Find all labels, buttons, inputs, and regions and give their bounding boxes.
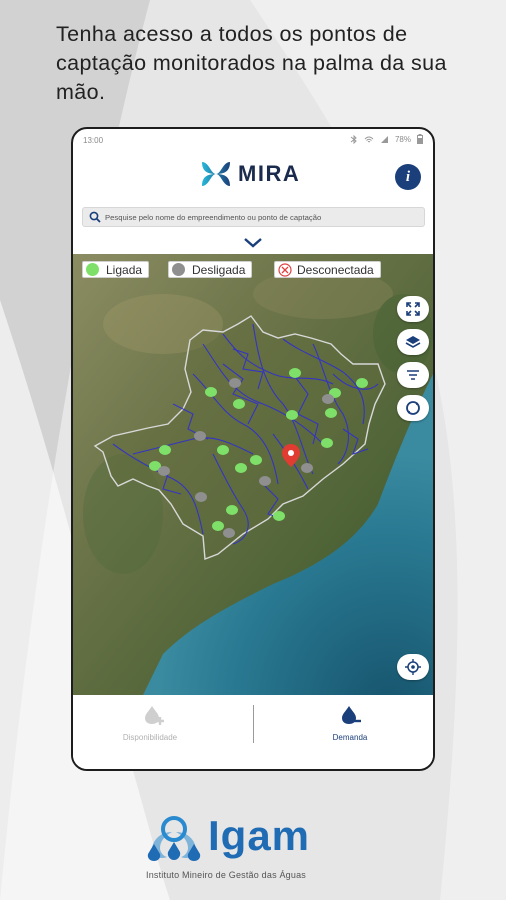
point-desligada [158,466,170,476]
point-desligada [223,528,235,538]
legend-desconectada[interactable]: Desconectada [274,261,381,278]
point-desligada [259,476,271,486]
water-drop-plus-icon [145,706,164,725]
layers-icon [405,336,421,348]
nav-demanda-label: Demanda [332,733,368,742]
brand-name: MIRA [238,161,301,186]
logo-name: Igam [208,812,311,859]
info-button[interactable]: i [395,164,421,190]
point-ligada [235,463,247,473]
point-desligada [194,431,206,441]
bottom-navigation: Disponibilidade Demanda [73,695,433,769]
point-ligada [289,368,301,378]
status-icons: 78% [350,134,423,144]
point-ligada [226,505,238,515]
signal-icon [380,135,388,143]
locate-button[interactable] [397,654,429,680]
desconectada-x-icon [278,262,292,277]
mira-logo-icon [202,162,230,186]
point-ligada [273,511,285,521]
battery-percent: 78% [394,134,411,144]
search-bar[interactable] [82,207,425,227]
phone-frame: 13:00 78% MIRA i Pesquise pelo nome do e… [71,127,435,771]
layers-button[interactable] [397,329,429,355]
fullscreen-button[interactable] [397,296,429,322]
point-ligada [356,378,368,388]
point-ligada [321,438,333,448]
point-ligada [217,445,229,455]
legend-ligada[interactable]: Ligada [82,261,150,278]
headline: Tenha acesso a todos os pontos de captaç… [56,22,447,104]
legend-ligada-label: Ligada [106,262,143,277]
water-drop-minus-icon [342,706,361,724]
locate-icon [405,659,421,675]
legend-desconectada-label: Desconectada [297,262,374,277]
legend-desligada-label: Desligada [192,262,246,277]
point-ligada [250,455,262,465]
point-ligada [286,410,298,420]
bluetooth-icon [350,134,357,144]
map-view[interactable]: Ligada Desligada Desconectada [73,254,433,695]
point-ligada [325,408,337,418]
point-ligada [159,445,171,455]
point-ligada [212,521,224,531]
igam-logo-icon [147,816,201,861]
point-desligada [195,492,207,502]
point-desligada [301,463,313,473]
refresh-icon [406,401,420,415]
igam-logo: Igam Instituto Mineiro de Gestão das Águ… [138,812,368,884]
point-desligada [322,394,334,404]
point-ligada [233,399,245,409]
nav-disponibilidade-label: Disponibilidade [122,733,178,742]
nav-disponibilidade[interactable]: Disponibilidade [75,695,225,769]
search-input[interactable] [105,212,415,222]
nav-demanda[interactable]: Demanda [275,695,425,769]
ligada-dot-icon [86,263,99,276]
satellite-map [73,254,433,695]
refresh-button[interactable] [397,395,429,421]
filter-button[interactable] [397,362,429,388]
wifi-icon [364,136,374,142]
legend-desligada[interactable]: Desligada [168,261,253,278]
battery-icon [417,134,423,144]
app-brand: MIRA [199,157,300,191]
fullscreen-icon [406,302,420,316]
filter-icon [407,370,419,380]
point-desligada [229,378,241,388]
status-time: 13:00 [83,136,104,145]
point-ligada [205,387,217,397]
status-bar: 13:00 78% [73,129,433,151]
logo-subtitle: Instituto Mineiro de Gestão das Águas [146,870,306,880]
desligada-dot-icon [172,263,185,276]
chevron-down-icon[interactable] [243,237,263,249]
search-icon [89,211,101,223]
nav-divider [253,705,254,743]
